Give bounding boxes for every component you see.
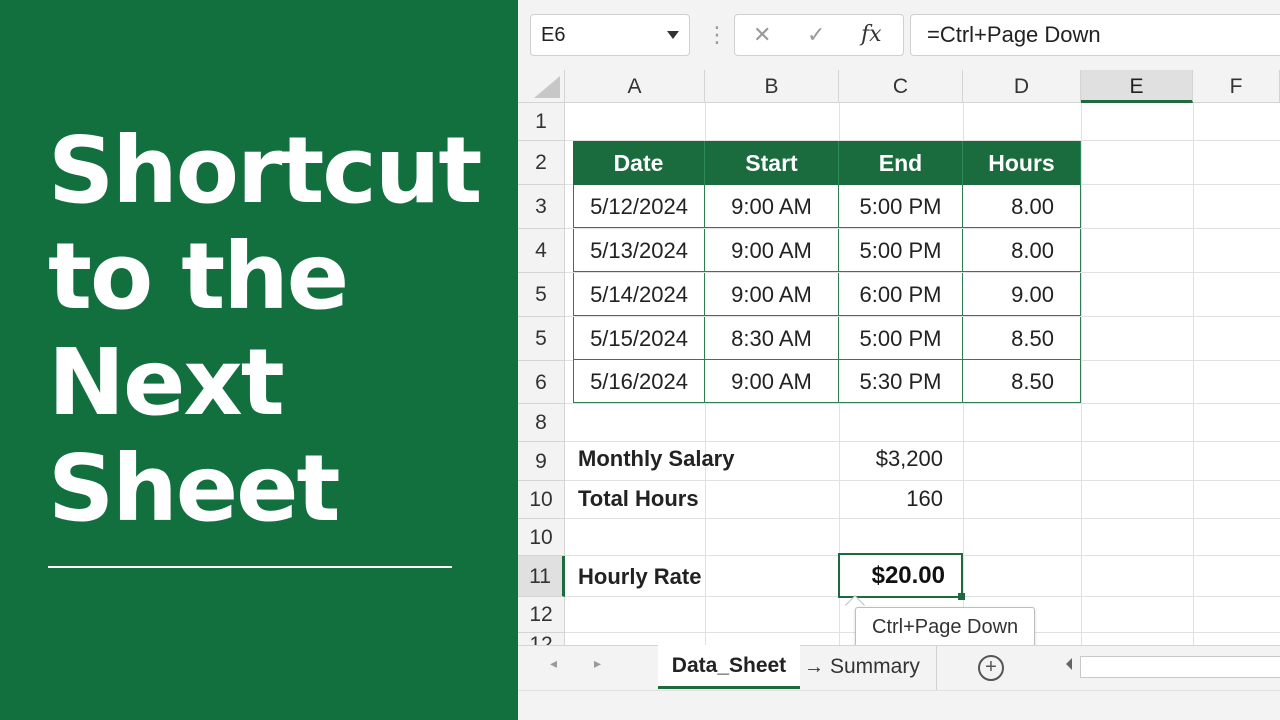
table-cell-date[interactable]: 5/15/2024 [573,317,705,360]
sheet-tab-summary[interactable]: Summary [830,646,920,688]
column-header-c[interactable]: C [839,70,963,103]
row-header[interactable]: 9 [518,442,565,481]
table-header-start[interactable]: Start [705,141,839,185]
sheet-tab-bar: ◂ ▸ Data_Sheet → Summary + [518,645,1280,690]
table-cell-hours[interactable]: 8.50 [963,317,1081,360]
add-sheet-icon[interactable]: + [978,655,1004,681]
formula-bar: E6 ⋮ ✕ ✓ fx =Ctrl+Page Down [518,0,1280,70]
table-cell-date[interactable]: 5/14/2024 [573,273,705,316]
scroll-tabs-right-icon[interactable]: ▸ [594,655,601,672]
shortcut-tooltip: Ctrl+Page Down [855,607,1036,647]
grid-line [565,480,1280,481]
table-cell-end[interactable]: 5:30 PM [839,360,963,403]
row-header[interactable]: 2 [518,141,565,185]
table-cell-start[interactable]: 9:00 AM [705,229,839,272]
status-bar [518,690,1280,720]
table-cell-end[interactable]: 5:00 PM [839,317,963,360]
grid-line [565,441,1280,442]
scroll-tabs-left-icon[interactable]: ◂ [550,655,557,672]
table-cell-hours[interactable]: 8.50 [963,360,1081,403]
worksheet-grid[interactable]: A B C D E F 1 2 3 4 5 5 6 8 9 10 10 11 1… [518,70,1280,669]
select-all-triangle-icon [534,76,560,98]
monthly-salary-value[interactable]: $3,200 [839,446,943,472]
scroll-left-icon[interactable] [1066,658,1072,670]
table-cell-hours[interactable]: 8.00 [963,229,1081,272]
insert-function-icon[interactable]: fx [861,15,882,55]
table-cell-date[interactable]: 5/13/2024 [573,229,705,272]
promo-title-line-1: Shortcut [48,117,482,224]
table-cell-date[interactable]: 5/12/2024 [573,185,705,228]
column-header-e[interactable]: E [1081,70,1193,103]
chevron-down-icon[interactable] [667,31,679,39]
row-header[interactable]: 1 [518,103,565,141]
table-header-hours[interactable]: Hours [963,141,1081,185]
table-cell-start[interactable]: 9:00 AM [705,360,839,403]
total-hours-value[interactable]: 160 [839,486,943,512]
spreadsheet-window: E6 ⋮ ✕ ✓ fx =Ctrl+Page Down A B C D E F [518,0,1280,720]
promo-divider [48,566,452,568]
table-header-date[interactable]: Date [573,141,705,185]
table-cell-hours[interactable]: 8.00 [963,185,1081,228]
row-header[interactable]: 6 [518,361,565,404]
table-cell-end[interactable]: 6:00 PM [839,273,963,316]
row-header[interactable]: 10 [518,481,565,519]
row-header-selected[interactable]: 11 [518,556,565,597]
table-cell-start[interactable]: 9:00 AM [705,185,839,228]
name-box-value: E6 [541,24,566,46]
formula-input[interactable]: =Ctrl+Page Down [910,14,1280,56]
column-header-d[interactable]: D [963,70,1081,103]
column-header-a[interactable]: A [565,70,705,103]
promo-title-line-3: Next [48,329,285,436]
more-vertical-icon[interactable]: ⋮ [706,20,728,50]
horizontal-scrollbar[interactable] [1080,656,1280,678]
tab-divider [936,646,937,690]
active-cell-hourly-rate[interactable]: $20.00 [838,553,963,598]
table-cell-date[interactable]: 5/16/2024 [573,360,705,403]
row-header[interactable]: 4 [518,229,565,273]
row-header[interactable]: 5 [518,273,565,317]
promo-panel: Shortcut to the Next Sheet [0,0,518,720]
table-cell-end[interactable]: 5:00 PM [839,229,963,272]
column-header-b[interactable]: B [705,70,839,103]
monthly-salary-label[interactable]: Monthly Salary [578,446,734,472]
grid-line [565,518,1280,519]
table-cell-end[interactable]: 5:00 PM [839,185,963,228]
hourly-rate-label[interactable]: Hourly Rate [578,564,701,590]
promo-title-line-4: Sheet [48,435,341,542]
check-icon[interactable]: ✓ [807,15,825,55]
formula-buttons: ✕ ✓ fx [734,14,904,56]
row-header[interactable]: 5 [518,317,565,361]
row-header[interactable]: 10 [518,519,565,556]
total-hours-label[interactable]: Total Hours [578,486,699,512]
promo-title-line-2: to the [48,223,349,330]
row-header[interactable]: 8 [518,404,565,442]
cancel-icon[interactable]: ✕ [753,15,771,55]
sheet-tab-data-sheet[interactable]: Data_Sheet [658,645,800,689]
table-cell-start[interactable]: 9:00 AM [705,273,839,316]
name-box[interactable]: E6 [530,14,690,56]
table-cell-start[interactable]: 8:30 AM [705,317,839,360]
grid-line [565,403,1280,404]
column-header-f[interactable]: F [1193,70,1280,103]
table-header-end[interactable]: End [839,141,963,185]
promo-title: Shortcut to the Next Sheet [48,118,488,542]
row-header[interactable]: 12 [518,597,565,633]
arrow-right-icon: → [804,656,824,678]
fill-handle[interactable] [958,593,965,600]
select-all-corner[interactable] [518,70,565,103]
table-cell-hours[interactable]: 9.00 [963,273,1081,316]
row-header[interactable]: 3 [518,185,565,229]
